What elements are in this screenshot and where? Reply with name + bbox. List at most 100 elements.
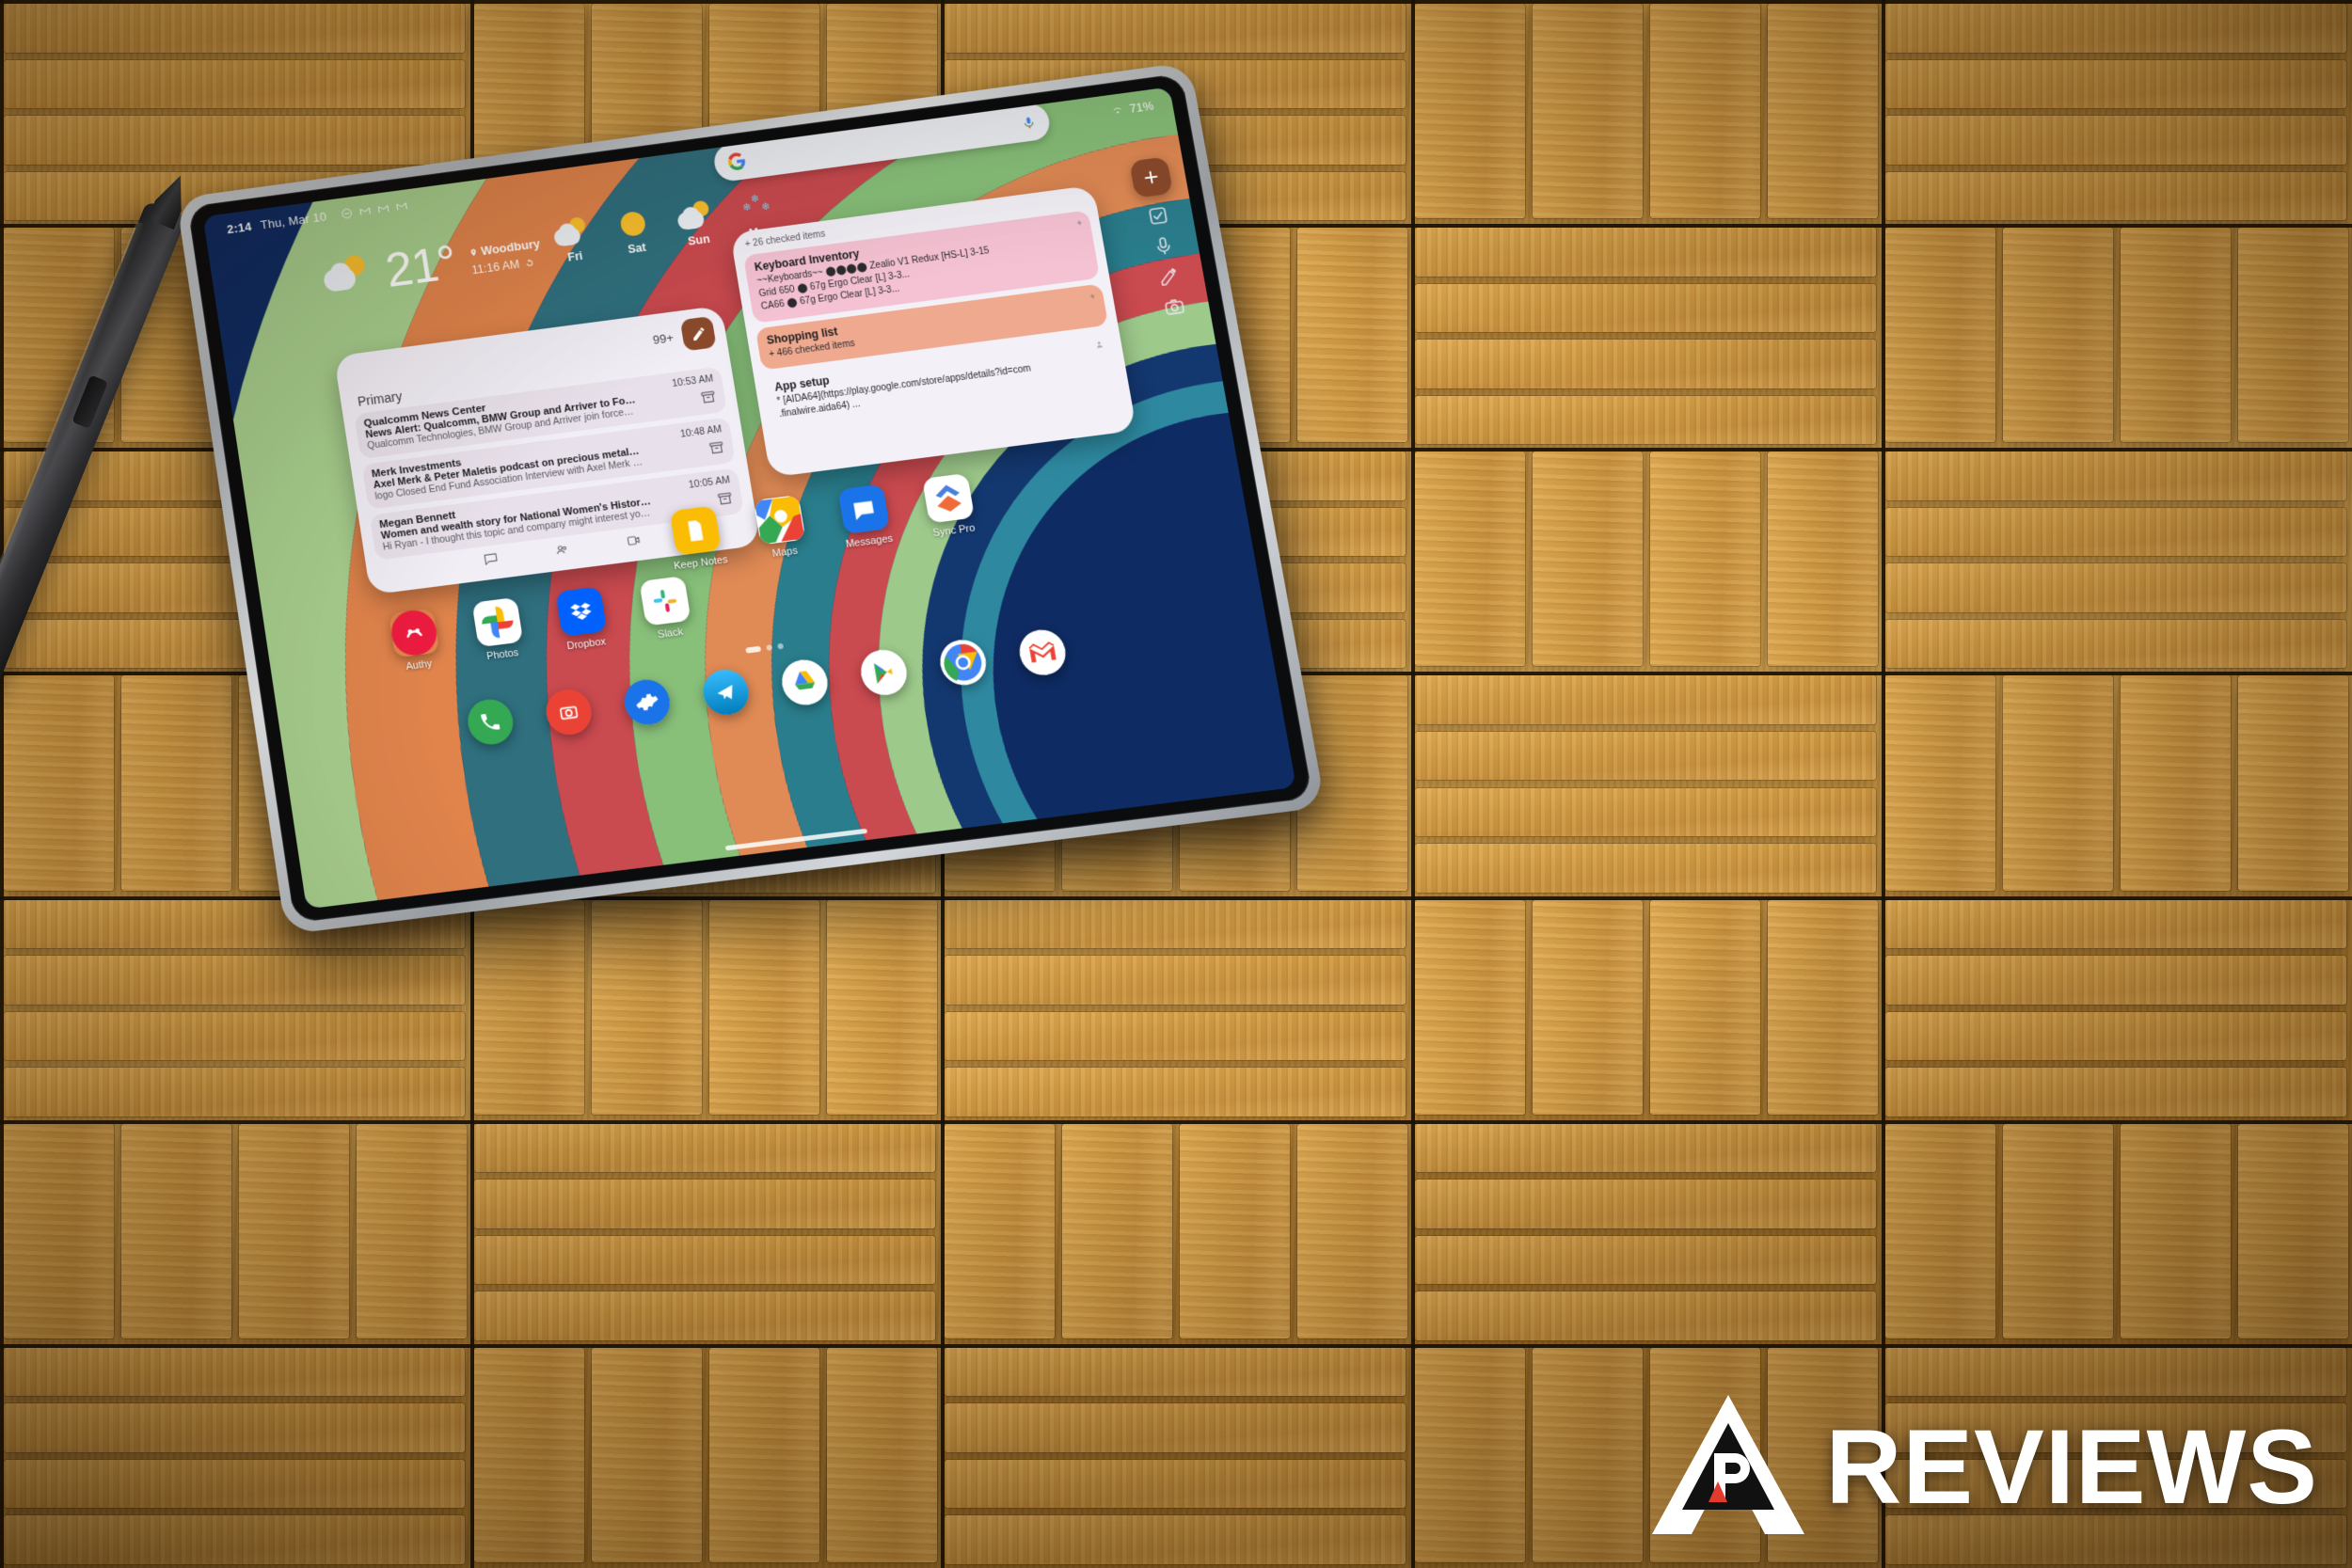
- email-timestamp: 10:53 AM: [671, 372, 715, 390]
- partly-cloudy-icon: [321, 252, 374, 298]
- app-label: Sync Pro: [931, 522, 977, 540]
- keep-note-list[interactable]: Keyboard Inventory ~~Keyboards~~ ⬤⬤⬤⬤ Ze…: [742, 210, 1120, 431]
- google-maps-icon[interactable]: [753, 494, 806, 546]
- partly-cloudy-icon: [551, 215, 591, 251]
- app-icon-keep-notes[interactable]: Keep Notes: [653, 503, 741, 574]
- phone-icon[interactable]: [464, 696, 516, 748]
- page-dot[interactable]: [766, 644, 773, 651]
- sync-pro-icon[interactable]: [921, 472, 976, 524]
- forecast-day-label: Fri: [566, 249, 584, 264]
- forecast-day[interactable]: Fri: [550, 215, 595, 266]
- status-notification-icons: [341, 199, 409, 220]
- microphone-icon[interactable]: [1021, 113, 1038, 132]
- pencil-icon: [691, 326, 706, 341]
- app-icon-messages[interactable]: Messages: [820, 482, 910, 552]
- add-note-fab[interactable]: [1129, 156, 1174, 198]
- forecast-day-label: Sun: [687, 232, 711, 248]
- person-icon: [1096, 341, 1103, 348]
- video-icon[interactable]: [624, 532, 644, 549]
- archive-icon[interactable]: [707, 439, 726, 457]
- checkbox-icon[interactable]: [1146, 204, 1170, 227]
- snow-icon: ❄ ❄ ❄: [741, 193, 771, 214]
- chat-icon[interactable]: [481, 550, 501, 567]
- email-timestamp: 10:05 AM: [688, 474, 731, 491]
- google-drive-icon[interactable]: [778, 657, 832, 708]
- app-icon-google-drive-icon[interactable]: [761, 655, 849, 714]
- plus-icon: [1140, 166, 1162, 187]
- product-photo-scene: 2:14 Thu, Mar 10 71% 21° Woodbury 11:16 …: [0, 0, 2352, 1568]
- authy-icon[interactable]: [388, 608, 440, 658]
- google-photos-icon[interactable]: [471, 596, 524, 648]
- app-label: Photos: [485, 647, 520, 663]
- app-label: Slack: [657, 626, 684, 641]
- pin-icon[interactable]: [1073, 217, 1084, 230]
- app-icon-settings-icon[interactable]: [604, 674, 691, 734]
- google-keep-widget[interactable]: + 26 checked items Keyboard Inventory ~~…: [729, 184, 1137, 478]
- forecast-day[interactable]: Sat: [612, 207, 657, 258]
- app-icon-photos[interactable]: Photos: [455, 595, 543, 666]
- wifi-icon: [1111, 103, 1125, 114]
- app-icon-play-store-icon[interactable]: [840, 645, 928, 705]
- battery-percent-label: 71%: [1128, 99, 1155, 116]
- status-date: Thu, Mar 10: [259, 209, 328, 232]
- app-icon-gmail-icon[interactable]: [999, 625, 1088, 685]
- pen-icon[interactable]: [1157, 265, 1182, 288]
- sunny-icon: [613, 207, 654, 243]
- camera-icon[interactable]: [542, 687, 596, 737]
- app-icon-slack[interactable]: Slack: [622, 574, 710, 644]
- gmail-icon[interactable]: [1015, 626, 1070, 678]
- app-row-2[interactable]: Authy Photos Dropbox Slack: [372, 574, 710, 676]
- dropbox-icon[interactable]: [555, 586, 608, 637]
- status-right-cluster: 71%: [1111, 99, 1155, 118]
- gmail-compose-button[interactable]: [679, 315, 717, 352]
- app-icon-chrome-icon[interactable]: [919, 635, 1007, 695]
- pin-icon[interactable]: [1085, 291, 1096, 304]
- email-timestamp: 10:48 AM: [679, 423, 723, 440]
- page-indicator-dots[interactable]: [745, 642, 785, 654]
- app-icon-maps[interactable]: Maps: [737, 493, 825, 563]
- settings-icon[interactable]: [621, 676, 674, 728]
- app-icon-dropbox[interactable]: Dropbox: [538, 584, 626, 655]
- app-icon-camera-icon[interactable]: [526, 685, 612, 744]
- app-label: Keep Notes: [673, 554, 729, 573]
- gmail-icon: [395, 199, 409, 213]
- meet-icon[interactable]: [552, 541, 572, 558]
- navigation-gesture-bar[interactable]: [724, 828, 868, 851]
- app-label: Authy: [405, 657, 434, 673]
- forecast-day[interactable]: Sun: [674, 198, 718, 249]
- app-label: Dropbox: [565, 636, 607, 653]
- refresh-icon[interactable]: [523, 258, 534, 269]
- tablet-frame: 2:14 Thu, Mar 10 71% 21° Woodbury 11:16 …: [176, 61, 1326, 935]
- tablet-screen: 2:14 Thu, Mar 10 71% 21° Woodbury 11:16 …: [202, 87, 1296, 910]
- gmail-icon: [376, 202, 390, 215]
- app-label: Maps: [771, 545, 799, 560]
- microphone-icon[interactable]: [1152, 234, 1176, 257]
- weather-temperature: 21°: [382, 235, 460, 298]
- app-icon-sync-pro[interactable]: Sync Pro: [905, 471, 994, 542]
- slack-icon[interactable]: [639, 576, 691, 626]
- partly-cloudy-icon: [675, 198, 715, 234]
- telegram-icon[interactable]: [699, 667, 753, 718]
- home-screen-ui: 2:14 Thu, Mar 10 71% 21° Woodbury 11:16 …: [203, 87, 1296, 909]
- status-time: 2:14: [226, 219, 253, 237]
- gmail-unread-count: 99+: [651, 329, 675, 347]
- forecast-day-label: Sat: [627, 241, 647, 257]
- app-icon-phone-icon[interactable]: [448, 694, 533, 753]
- page-dot-active[interactable]: [745, 645, 762, 654]
- gmail-icon: [358, 204, 373, 217]
- camera-icon[interactable]: [1162, 295, 1186, 318]
- play-store-icon[interactable]: [857, 646, 911, 698]
- tablet-device: 2:14 Thu, Mar 10 71% 21° Woodbury 11:16 …: [176, 61, 1326, 935]
- keep-notes-icon[interactable]: [669, 505, 723, 556]
- chrome-icon[interactable]: [936, 637, 990, 689]
- archive-icon[interactable]: [699, 388, 718, 406]
- app-icon-authy[interactable]: Authy: [372, 606, 459, 676]
- ap-logo-icon: [1648, 1391, 1808, 1542]
- weather-widget[interactable]: 21° Woodbury 11:16 AM: [321, 230, 545, 303]
- watermark-text: REVIEWS: [1825, 1407, 2318, 1526]
- google-messages-icon[interactable]: [837, 483, 891, 534]
- edge-panel-tool-rail[interactable]: [1129, 156, 1195, 319]
- app-icon-telegram-icon[interactable]: [683, 665, 770, 724]
- watermark: REVIEWS: [1648, 1391, 2318, 1542]
- page-dot[interactable]: [777, 642, 785, 650]
